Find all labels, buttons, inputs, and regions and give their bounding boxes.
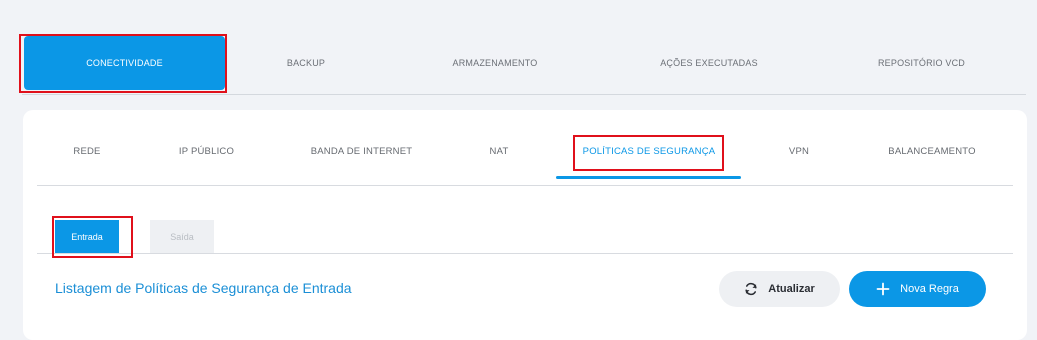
sub-tab-bar: REDE IP PÚBLICO BANDA DE INTERNET NAT PO… xyxy=(37,110,1013,186)
tab-backup[interactable]: BACKUP xyxy=(236,36,376,90)
tab-banda-de-internet[interactable]: BANDA DE INTERNET xyxy=(299,138,424,164)
refresh-button-label: Atualizar xyxy=(768,283,815,295)
tab-saida[interactable]: Saída xyxy=(150,220,214,253)
content-card: REDE IP PÚBLICO BANDA DE INTERNET NAT PO… xyxy=(23,110,1027,340)
active-tab-indicator xyxy=(556,176,741,179)
tab-repositorio-vcd[interactable]: REPOSITÓRIO VCD xyxy=(839,36,1004,90)
top-tab-bar: CONECTIVIDADE BACKUP ARMAZENAMENTO AÇÕES… xyxy=(22,36,1026,95)
tab-entrada[interactable]: Entrada xyxy=(55,220,119,253)
tab-armazenamento[interactable]: ARMAZENAMENTO xyxy=(415,36,575,90)
list-title: Listagem de Políticas de Segurança de En… xyxy=(55,280,352,296)
refresh-button[interactable]: Atualizar xyxy=(719,271,840,307)
new-rule-button[interactable]: Nova Regra xyxy=(849,271,986,307)
refresh-icon xyxy=(744,282,758,296)
tab-rede[interactable]: REDE xyxy=(61,138,113,164)
tab-acoes-executadas[interactable]: AÇÕES EXECUTADAS xyxy=(619,36,799,90)
direction-tab-bar: Entrada Saída xyxy=(37,218,1013,254)
tab-vpn[interactable]: VPN xyxy=(777,138,821,164)
tab-ip-publico[interactable]: IP PÚBLICO xyxy=(159,138,254,164)
tab-politicas-de-seguranca[interactable]: POLÍTICAS DE SEGURANÇA xyxy=(574,138,724,164)
tab-nat[interactable]: NAT xyxy=(477,138,521,164)
new-rule-button-label: Nova Regra xyxy=(900,283,959,295)
plus-icon xyxy=(876,282,890,296)
tab-conectividade[interactable]: CONECTIVIDADE xyxy=(24,36,225,90)
tab-balanceamento[interactable]: BALANCEAMENTO xyxy=(877,138,987,164)
